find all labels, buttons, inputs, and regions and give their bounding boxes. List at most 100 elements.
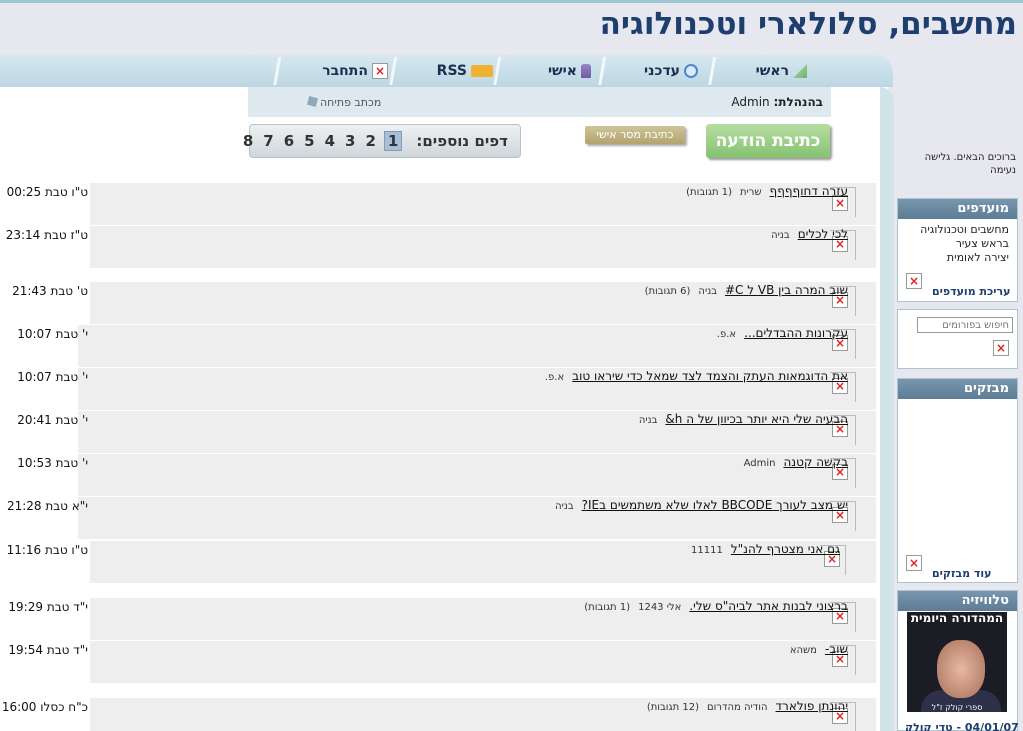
topic-row: × עזרה דחוףףףףשרית(1 תגובות) ט"ו טבת 00:… xyxy=(0,183,876,225)
tab-login[interactable]: × התחבר xyxy=(322,59,388,83)
topic-row-bg xyxy=(90,226,876,268)
topic-date: י' טבת 10:53 xyxy=(17,456,88,470)
topic-author[interactable]: א.פ. xyxy=(717,329,736,340)
tab-separator xyxy=(387,57,399,85)
write-post-button[interactable]: כתיבת הודעה xyxy=(706,124,830,158)
more-news-link[interactable]: עוד מבזקים xyxy=(932,567,991,580)
tab-separator xyxy=(596,57,608,85)
admin-label: בהנהלת: xyxy=(773,95,824,109)
topic-title-link[interactable]: שוב-משהא xyxy=(782,642,848,656)
tab-personal[interactable]: אישי xyxy=(548,59,591,83)
topic-author[interactable]: משהא xyxy=(790,645,817,656)
topic-date: י' טבת 20:41 xyxy=(17,413,88,427)
tv-face xyxy=(937,640,985,698)
topic-date: ט"ז טבת 23:14 xyxy=(5,228,88,242)
write-pm-button[interactable]: כתיבת מסר אישי xyxy=(585,126,685,144)
search-icon[interactable]: × xyxy=(993,340,1009,356)
topic-title-link[interactable]: בקשה קטנהAdmin xyxy=(736,455,848,469)
topic-author[interactable]: Admin xyxy=(744,458,776,469)
tab-recent-label: עדכני xyxy=(644,63,680,79)
tab-recent[interactable]: עדכני xyxy=(644,59,698,83)
welcome-text: ברוכים הבאים. גלישה נעימה xyxy=(924,152,1016,176)
topic-title-link[interactable]: עזרה דחוףףףףשרית(1 תגובות) xyxy=(686,184,848,198)
page-link[interactable]: 6 xyxy=(282,132,296,150)
topic-date: י' טבת 10:07 xyxy=(17,370,88,384)
broken-image-icon: × xyxy=(906,273,922,289)
favorite-item[interactable]: בראש צעיר xyxy=(906,237,1009,251)
page-link[interactable]: 7 xyxy=(261,132,275,150)
topic-row: × גם אני מצטרף להנ"ל11111 ט"ו טבת 11:16 xyxy=(0,541,876,583)
topic-row: × עקרונות ההבדלים...א.פ. י' טבת 10:07 xyxy=(0,325,876,367)
tab-separator xyxy=(706,57,718,85)
topic-date: ט' טבת 21:43 xyxy=(12,284,88,298)
clock-icon xyxy=(684,64,698,78)
topic-title-link[interactable]: ברצוני לבנות אתר לביה"ס שלי.אלי 1243(1 ת… xyxy=(584,599,848,613)
topic-row: × ברצוני לבנות אתר לביה"ס שלי.אלי 1243(1… xyxy=(0,598,876,640)
site-title: מחשבים, סלולארי וטכנולוגיה xyxy=(599,6,1017,42)
pagination: דפים נוספים: 1 2 3 4 5 6 7 8 xyxy=(243,124,521,158)
topic-title-link[interactable]: גם אני מצטרף להנ"ל11111 xyxy=(683,542,840,556)
topic-title-link[interactable]: שוב המרה בין VB ל C#בניה(6 תגובות) xyxy=(645,283,848,297)
favorite-item[interactable]: מחשבים וטכנולוגיה xyxy=(906,223,1009,237)
tv-title: טלוויזיה xyxy=(898,591,1017,611)
favorites-title: מועדפים xyxy=(898,199,1017,219)
nav-bar: ראשי עדכני אישי RSS × התחבר xyxy=(0,55,893,87)
topic-row: × לכי לכליםבניה ט"ז טבת 23:14 xyxy=(0,226,876,268)
tab-home[interactable]: ראשי xyxy=(756,59,807,83)
broken-image-icon: × xyxy=(372,63,388,79)
topic-date: ט"ו טבת 00:25 xyxy=(6,185,88,199)
page-link[interactable]: 2 xyxy=(363,132,377,150)
page-link[interactable]: 4 xyxy=(323,132,337,150)
favorite-item[interactable]: יצירה לאומית xyxy=(906,251,1009,265)
topic-row: × הבעיה שלי היא יותר בכיוון של ה h&בניה … xyxy=(0,411,876,453)
topic-date: י"א טבת 21:28 xyxy=(6,499,88,513)
tv-thumbnail[interactable]: המהדורה היומית ספרי קולק ז"ל xyxy=(907,612,1007,712)
topic-title-link[interactable]: עקרונות ההבדלים...א.פ. xyxy=(709,326,848,340)
topic-author[interactable]: אלי 1243 xyxy=(638,602,681,613)
page-link[interactable]: 3 xyxy=(343,132,357,150)
topic-row: × את הדוגמאות העתק והצמד לצד שמאל כדי שי… xyxy=(0,368,876,410)
user-icon xyxy=(581,64,591,78)
topic-title-link[interactable]: את הדוגמאות העתק והצמד לצד שמאל כדי שירא… xyxy=(537,369,848,383)
topic-row: × בקשה קטנהAdmin י' טבת 10:53 xyxy=(0,454,876,496)
topic-author[interactable]: א.פ. xyxy=(545,372,564,383)
edit-favorites-link[interactable]: עריכת מועדפים xyxy=(932,285,1010,298)
admin-name[interactable]: Admin xyxy=(731,95,769,109)
tv-banner-text: המהדורה היומית xyxy=(910,612,1004,625)
topic-row-bg xyxy=(90,641,876,683)
topic-date: י"ד טבת 19:54 xyxy=(8,643,88,657)
topic-author[interactable]: 11111 xyxy=(691,545,723,556)
topic-title-link[interactable]: יש מצב לעורך BBCODE לאלו שלא משתמשים בIE… xyxy=(547,498,848,512)
topic-author[interactable]: בניה xyxy=(555,501,574,512)
topic-author[interactable]: בניה xyxy=(639,415,658,426)
topic-author[interactable]: בניה xyxy=(698,286,717,297)
topic-title-link[interactable]: הבעיה שלי היא יותר בכיוון של ה h&בניה xyxy=(631,412,848,426)
forum-search-input[interactable] xyxy=(917,317,1013,333)
topic-replies: (12 תגובות) xyxy=(646,702,700,713)
topic-author[interactable]: בניה xyxy=(771,230,790,241)
news-box: מבזקים xyxy=(897,378,1018,583)
topic-replies: (1 תגובות) xyxy=(584,602,631,613)
topic-title-link[interactable]: לכי לכליםבניה xyxy=(763,227,848,241)
topic-replies: (1 תגובות) xyxy=(686,187,732,198)
topic-replies: (6 תגובות) xyxy=(644,286,691,297)
topic-author[interactable]: שרית xyxy=(740,187,762,198)
top-border xyxy=(0,0,1023,3)
topic-author[interactable]: הודיה מהדרום xyxy=(707,702,767,713)
news-title: מבזקים xyxy=(898,379,1017,399)
favorites-list: מחשבים וטכנולוגיה בראש צעיר יצירה לאומית xyxy=(898,219,1017,269)
topic-row: × שוב-משהא י"ד טבת 19:54 xyxy=(0,641,876,683)
topic-row: × יהונתן פולארדהודיה מהדרום(12 תגובות) כ… xyxy=(0,698,876,731)
topic-title-link[interactable]: יהונתן פולארדהודיה מהדרום(12 תגובות) xyxy=(647,699,848,713)
forum-admins: בהנהלת: Admin xyxy=(731,95,823,109)
tv-date-link[interactable]: 04/01/07 - טדי קולק xyxy=(905,721,1019,731)
page-link[interactable]: 5 xyxy=(302,132,316,150)
topic-date: ט"ו טבת 11:16 xyxy=(6,543,88,557)
pagination-label: דפים נוספים: xyxy=(416,132,508,150)
tab-rss-label: RSS xyxy=(436,63,467,79)
tab-rss[interactable]: RSS xyxy=(437,59,493,83)
opening-letter-link[interactable]: מכתב פתיחה xyxy=(308,96,381,109)
page-link-current[interactable]: 1 xyxy=(383,131,403,151)
page-link[interactable]: 8 xyxy=(241,132,255,150)
rss-icon xyxy=(471,65,493,77)
